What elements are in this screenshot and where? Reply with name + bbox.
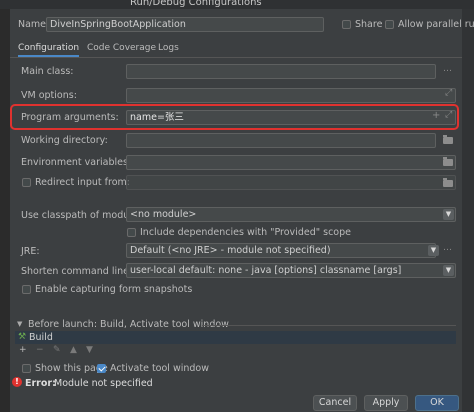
shorten-chevron-down-icon[interactable]: ▼ xyxy=(443,265,454,276)
main-class-input[interactable] xyxy=(126,64,436,79)
main-class-browse-icon[interactable]: … xyxy=(443,64,452,74)
error-icon: ! xyxy=(12,377,22,387)
include-provided-label: Include dependencies with "Provided" sco… xyxy=(140,227,351,238)
shorten-command-line-select[interactable]: user-local default: none - java [options… xyxy=(126,263,456,278)
redirect-input-folder-icon[interactable] xyxy=(443,178,453,187)
name-input[interactable]: DiveInSpringBootApplication xyxy=(46,17,324,32)
right-edge-panel xyxy=(462,9,474,412)
program-arguments-highlight-box xyxy=(10,104,459,130)
build-hammer-icon: ⚒ xyxy=(18,332,27,342)
share-checkbox[interactable] xyxy=(342,20,351,29)
working-directory-input[interactable] xyxy=(126,133,436,148)
shorten-command-line-label: Shorten command line: xyxy=(21,266,133,277)
move-up-icon[interactable]: ▲ xyxy=(70,345,77,355)
tab-code-coverage[interactable]: Code Coverage xyxy=(87,41,156,55)
before-launch-task-build[interactable]: Build xyxy=(29,332,53,343)
activate-tool-window-label: Activate tool window xyxy=(110,363,210,374)
window-title: Run/Debug Configurations xyxy=(130,0,262,8)
tab-logs[interactable]: Logs xyxy=(158,41,179,55)
before-launch-collapse-icon[interactable]: ▼ xyxy=(17,320,22,328)
classpath-module-label: Use classpath of module: xyxy=(21,210,141,221)
redirect-input-field[interactable] xyxy=(126,175,456,190)
working-directory-label: Working directory: xyxy=(21,135,108,146)
vm-options-input[interactable] xyxy=(126,88,456,103)
environment-variables-folder-icon[interactable] xyxy=(443,157,453,166)
jre-label: JRE: xyxy=(21,246,40,257)
jre-select[interactable]: Default (<no JRE> - module not specified… xyxy=(126,243,436,258)
classpath-module-select[interactable]: <no module> xyxy=(126,207,456,222)
main-class-label: Main class: xyxy=(21,66,74,77)
apply-button[interactable]: Apply xyxy=(364,395,408,411)
jre-browse-icon[interactable]: … xyxy=(443,243,452,253)
cancel-button[interactable]: Cancel xyxy=(313,395,357,411)
before-launch-header[interactable]: Before launch: Build, Activate tool wind… xyxy=(28,319,229,330)
error-prefix: Error: xyxy=(25,378,56,389)
share-label: Share xyxy=(355,19,383,30)
show-page-checkbox[interactable] xyxy=(22,364,31,373)
allow-parallel-checkbox[interactable] xyxy=(385,20,394,29)
working-directory-folder-icon[interactable] xyxy=(443,135,453,144)
before-launch-list[interactable] xyxy=(15,331,456,344)
config-tree-panel[interactable] xyxy=(0,9,10,412)
edit-task-icon[interactable]: ✎ xyxy=(53,345,61,355)
vm-options-expand-icon[interactable]: ⤢ xyxy=(445,88,452,98)
ok-button[interactable]: OK xyxy=(415,395,459,411)
environment-variables-input[interactable] xyxy=(126,155,456,170)
allow-parallel-label: Allow parallel run xyxy=(398,19,474,30)
classpath-chevron-down-icon[interactable]: ▼ xyxy=(443,209,454,220)
vm-options-label: VM options: xyxy=(21,90,77,101)
snapshots-checkbox[interactable] xyxy=(22,285,31,294)
name-label: Name: xyxy=(18,19,50,30)
remove-task-icon[interactable]: − xyxy=(36,345,44,355)
include-provided-checkbox[interactable] xyxy=(127,228,136,237)
before-launch-divider xyxy=(202,325,456,326)
environment-variables-label: Environment variables: xyxy=(21,157,132,168)
tab-configuration[interactable]: Configuration xyxy=(18,41,80,57)
add-task-icon[interactable]: + xyxy=(19,345,27,355)
jre-chevron-down-icon[interactable]: ▼ xyxy=(428,245,439,256)
tab-divider xyxy=(10,57,462,58)
snapshots-label: Enable capturing form snapshots xyxy=(35,284,193,295)
move-down-icon[interactable]: ▼ xyxy=(86,345,93,355)
redirect-input-checkbox[interactable] xyxy=(22,178,31,187)
window-titlebar: Run/Debug Configurations xyxy=(0,0,474,9)
redirect-input-label: Redirect input from: xyxy=(35,177,130,188)
error-message: Module not specified xyxy=(54,378,153,389)
activate-tool-window-checkbox[interactable] xyxy=(97,364,106,373)
